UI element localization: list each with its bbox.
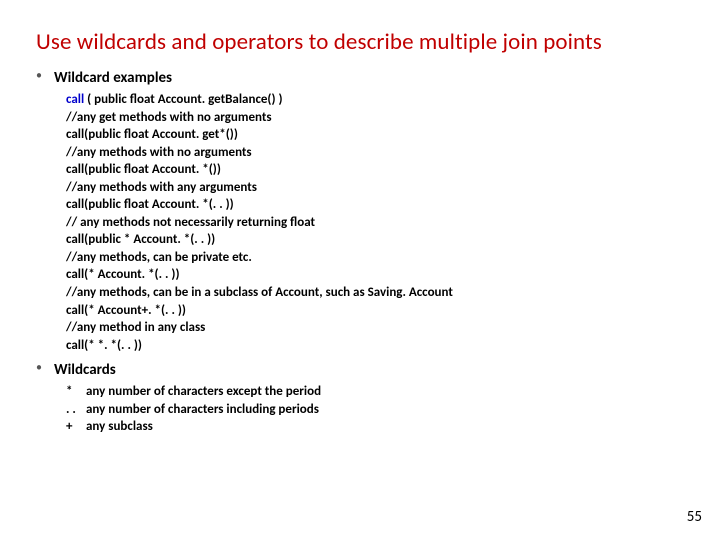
- section-wildcards: Wildcards: [34, 360, 690, 379]
- code-block: call ( public float Account. getBalance(…: [66, 91, 690, 354]
- legend-symbol: . .: [66, 401, 86, 419]
- section-label: Wildcard examples: [54, 69, 172, 87]
- code-line: //any method in any class: [66, 319, 690, 337]
- code-line: //any methods with no arguments: [66, 144, 690, 162]
- legend-row: * any number of characters except the pe…: [66, 383, 690, 401]
- slide-title: Use wildcards and operators to describe …: [36, 28, 690, 56]
- legend-row: + any subclass: [66, 418, 690, 436]
- slide: Use wildcards and operators to describe …: [0, 0, 720, 540]
- section-label: Wildcards: [54, 361, 116, 379]
- code-line: //any methods, can be private etc.: [66, 249, 690, 267]
- legend-row: . . any number of characters including p…: [66, 401, 690, 419]
- bullet-list: Wildcards: [34, 360, 690, 379]
- code-line: call(public float Account. *(. . )): [66, 196, 690, 214]
- legend-block: * any number of characters except the pe…: [66, 383, 690, 436]
- code-line: call(* *. *(. . )): [66, 337, 690, 355]
- page-number: 55: [687, 508, 702, 526]
- code-line: //any methods with any arguments: [66, 179, 690, 197]
- legend-symbol: +: [66, 418, 86, 436]
- legend-desc: any number of characters including perio…: [86, 401, 319, 419]
- code-line: call(* Account. *(. . )): [66, 266, 690, 284]
- code-line: call(public * Account. *(. . )): [66, 231, 690, 249]
- code-line: // any methods not necessarily returning…: [66, 214, 690, 232]
- code-line: //any get methods with no arguments: [66, 109, 690, 127]
- legend-symbol: *: [66, 383, 86, 401]
- code-line: call ( public float Account. getBalance(…: [66, 91, 690, 109]
- legend-desc: any number of characters except the peri…: [86, 383, 321, 401]
- code-line: call(public float Account. *()): [66, 161, 690, 179]
- legend-desc: any subclass: [86, 418, 153, 436]
- code-line: call(* Account+. *(. . )): [66, 302, 690, 320]
- section-wildcard-examples: Wildcard examples: [34, 68, 690, 87]
- call-keyword: call: [66, 92, 84, 107]
- code-line: call(public float Account. get*()): [66, 126, 690, 144]
- code-line: //any methods, can be in a subclass of A…: [66, 284, 690, 302]
- bullet-list: Wildcard examples: [34, 68, 690, 87]
